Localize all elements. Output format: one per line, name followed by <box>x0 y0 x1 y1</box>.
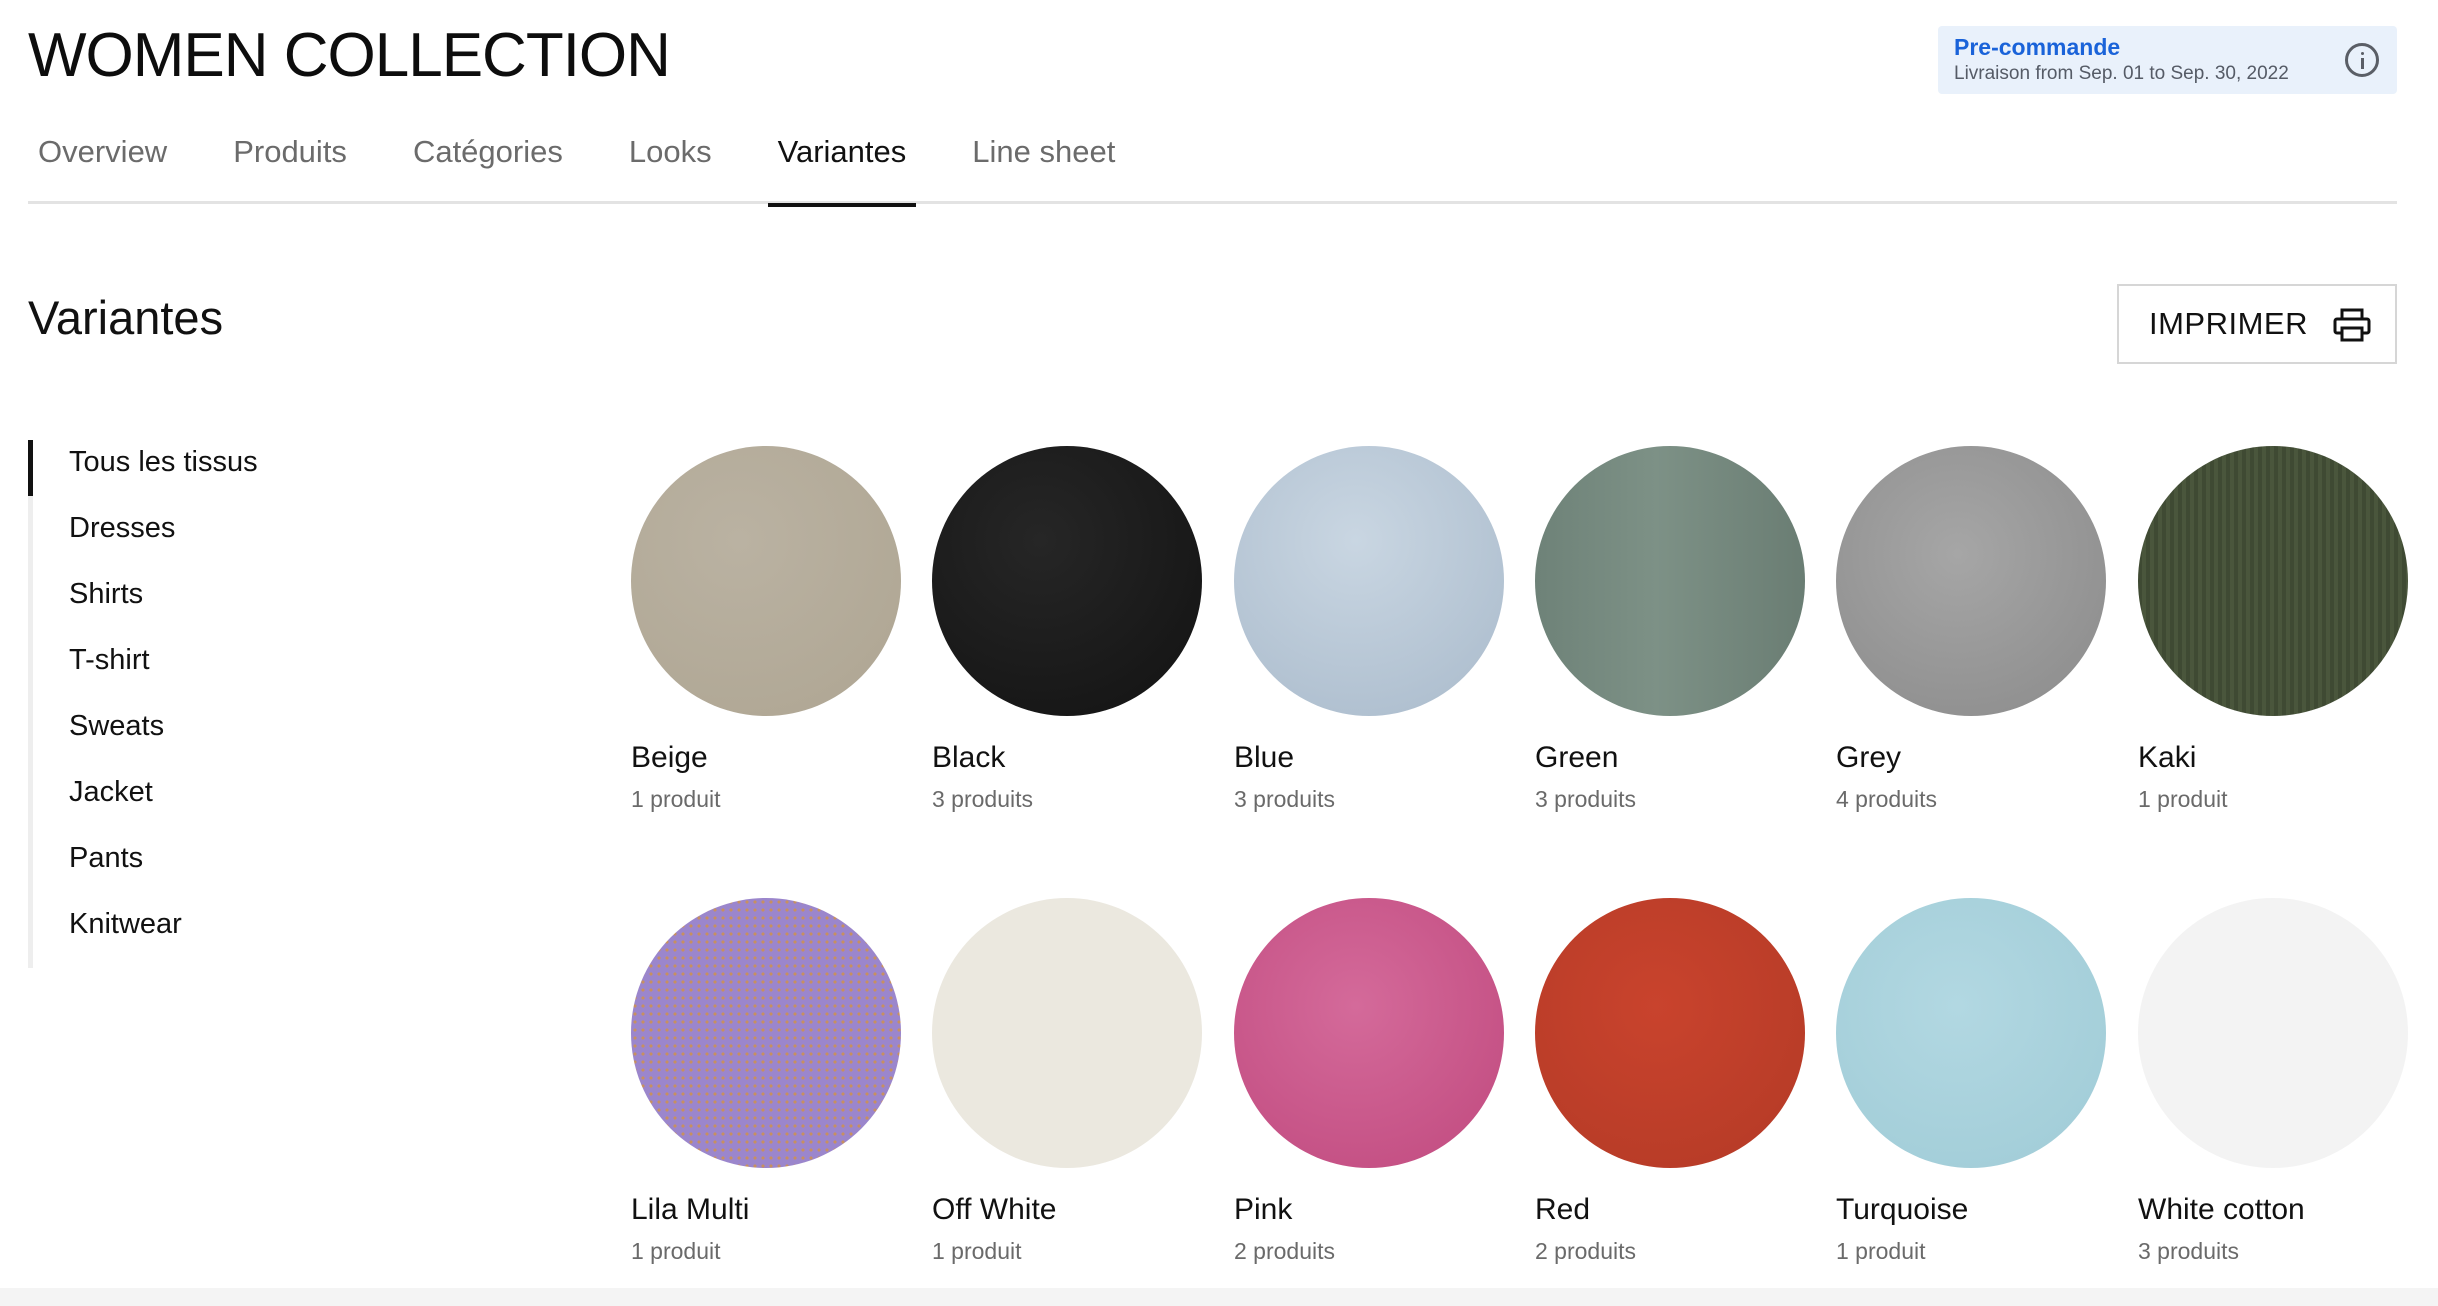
variant-product-count: 3 produits <box>1234 786 1336 812</box>
variant-card-off-white[interactable]: Off White 1 produit <box>932 898 1202 1266</box>
variant-product-count: 1 produit <box>1836 1238 1926 1264</box>
fabric-swatch[interactable] <box>1836 446 2106 716</box>
variant-product-count: 1 produit <box>631 1238 721 1264</box>
variant-card-white-cotton[interactable]: White cotton 3 produits <box>2138 898 2408 1266</box>
info-icon[interactable] <box>2345 43 2379 77</box>
fabric-swatch[interactable] <box>2138 446 2408 716</box>
variant-name: Kaki <box>2138 741 2197 774</box>
sidebar-item-knitwear[interactable]: Knitwear <box>33 902 388 968</box>
fabric-swatch[interactable] <box>932 446 1202 716</box>
variant-card-kaki[interactable]: Kaki 1 produit <box>2138 446 2408 814</box>
variant-card-turquoise[interactable]: Turquoise 1 produit <box>1836 898 2106 1266</box>
category-sidebar: Tous les tissus Dresses Shirts T-shirt S… <box>28 440 388 968</box>
preorder-banner: Pre-commande Livraison from Sep. 01 to S… <box>1938 26 2397 94</box>
variant-name: Turquoise <box>1836 1193 1969 1226</box>
variant-name: Beige <box>631 741 708 774</box>
preorder-delivery-dates: Livraison from Sep. 01 to Sep. 30, 2022 <box>1954 63 2289 84</box>
sidebar-item-jacket[interactable]: Jacket <box>33 770 388 836</box>
variant-card-green[interactable]: Green 3 produits <box>1535 446 1805 814</box>
tab-produits[interactable]: Produits <box>223 126 357 204</box>
variant-card-lila-multi[interactable]: Lila Multi 1 produit <box>631 898 901 1266</box>
tab-variantes[interactable]: Variantes <box>767 126 917 207</box>
fabric-swatch[interactable] <box>1234 446 1504 716</box>
variant-card-beige[interactable]: Beige 1 produit <box>631 446 901 814</box>
variant-card-pink[interactable]: Pink 2 produits <box>1234 898 1504 1266</box>
variant-name: Pink <box>1234 1193 1293 1226</box>
fabric-swatch[interactable] <box>2138 898 2408 1168</box>
variant-name: Black <box>932 741 1006 774</box>
variant-product-count: 3 produits <box>1535 786 1637 812</box>
sidebar-item-shirts[interactable]: Shirts <box>33 572 388 638</box>
page: WOMEN COLLECTION Pre-commande Livraison … <box>0 0 2438 1306</box>
variant-name: Green <box>1535 741 1619 774</box>
variant-product-count: 2 produits <box>1535 1238 1637 1264</box>
fabric-swatch[interactable] <box>631 898 901 1168</box>
sidebar-item-pants[interactable]: Pants <box>33 836 388 902</box>
tab-overview[interactable]: Overview <box>28 126 177 204</box>
variant-card-blue[interactable]: Blue 3 produits <box>1234 446 1504 814</box>
variant-product-count: 1 produit <box>932 1238 1022 1264</box>
printer-icon <box>2333 308 2371 342</box>
variant-name: Lila Multi <box>631 1193 750 1226</box>
variant-name: Blue <box>1234 741 1295 774</box>
variant-name: Grey <box>1836 741 1902 774</box>
print-button-label: IMPRIMER <box>2149 306 2308 341</box>
preorder-title: Pre-commande <box>1954 34 2121 60</box>
fabric-swatch[interactable] <box>1836 898 2106 1168</box>
sidebar-item-sweats[interactable]: Sweats <box>33 704 388 770</box>
fabric-swatch[interactable] <box>1535 446 1805 716</box>
variant-card-grey[interactable]: Grey 4 produits <box>1836 446 2106 814</box>
sidebar-item-tous-les-tissus[interactable]: Tous les tissus <box>28 440 388 506</box>
fabric-swatch[interactable] <box>932 898 1202 1168</box>
fabric-swatch[interactable] <box>1535 898 1805 1168</box>
variant-card-red[interactable]: Red 2 produits <box>1535 898 1805 1266</box>
sidebar-item-t-shirt[interactable]: T-shirt <box>33 638 388 704</box>
bottom-edge <box>0 1288 2438 1306</box>
variant-product-count: 3 produits <box>932 786 1034 812</box>
variant-product-count: 1 produit <box>2138 786 2228 812</box>
fabric-swatch[interactable] <box>1234 898 1504 1168</box>
tab-categories[interactable]: Catégories <box>403 126 573 204</box>
variant-product-count: 4 produits <box>1836 786 1938 812</box>
sidebar-item-dresses[interactable]: Dresses <box>33 506 388 572</box>
section-title: Variantes <box>28 291 224 344</box>
tab-bar: Overview Produits Catégories Looks Varia… <box>28 126 2397 207</box>
variant-product-count: 1 produit <box>631 786 721 812</box>
variant-name: Off White <box>932 1193 1057 1226</box>
print-button[interactable]: IMPRIMER <box>2117 284 2397 364</box>
variant-card-black[interactable]: Black 3 produits <box>932 446 1202 814</box>
tab-line-sheet[interactable]: Line sheet <box>962 126 1125 204</box>
tab-looks[interactable]: Looks <box>619 126 722 204</box>
variant-product-count: 3 produits <box>2138 1238 2240 1264</box>
variant-name: White cotton <box>2138 1193 2305 1226</box>
variant-product-count: 2 produits <box>1234 1238 1336 1264</box>
page-title: WOMEN COLLECTION <box>28 21 671 90</box>
fabric-swatch[interactable] <box>631 446 901 716</box>
variant-name: Red <box>1535 1193 1591 1226</box>
